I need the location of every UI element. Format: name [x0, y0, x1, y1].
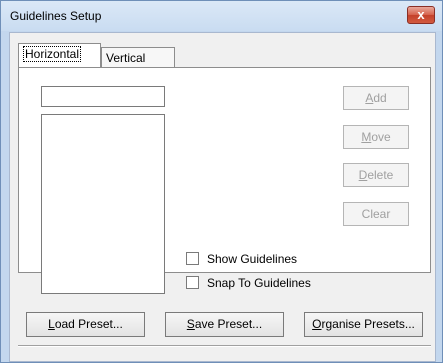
- save-preset-mnemonic: S: [186, 317, 195, 331]
- load-preset-button[interactable]: Load Preset...: [26, 312, 145, 337]
- snap-to-guidelines-checkbox[interactable]: [186, 276, 199, 290]
- close-icon: x: [417, 7, 425, 22]
- dialog-client-area: Horizontal Vertical Add Move Delete Clea…: [9, 32, 436, 362]
- add-button[interactable]: Add: [343, 86, 409, 110]
- tab-vertical[interactable]: Vertical: [101, 47, 175, 67]
- save-preset-button[interactable]: Save Preset...: [165, 312, 284, 337]
- guideline-position-input[interactable]: [41, 86, 165, 107]
- delete-button[interactable]: Delete: [343, 163, 409, 187]
- delete-button-label: elete: [367, 168, 394, 182]
- tab-vertical-label: Vertical: [106, 51, 146, 65]
- guideline-list[interactable]: [41, 114, 165, 294]
- tab-horizontal-label: Horizontal: [23, 46, 82, 62]
- show-guidelines-checkbox[interactable]: [186, 252, 199, 266]
- bottom-separator: [18, 345, 431, 347]
- move-button-mnemonic: M: [361, 130, 372, 144]
- organise-presets-button[interactable]: Organise Presets...: [304, 312, 423, 337]
- clear-button[interactable]: Clear: [343, 202, 409, 226]
- show-guidelines-label: Show Guidelines: [207, 252, 298, 266]
- save-preset-label: ave Preset...: [194, 317, 263, 331]
- window-title: Guidelines Setup: [10, 9, 102, 23]
- close-button[interactable]: x: [407, 6, 435, 24]
- snap-to-guidelines-option[interactable]: Snap To Guidelines: [186, 276, 311, 292]
- move-button-label: ove: [371, 130, 391, 144]
- tab-panel-horizontal: Add Move Delete Clear Show Guidelines Sn…: [18, 67, 431, 294]
- load-preset-mnemonic: L: [48, 317, 55, 331]
- snap-to-guidelines-label: Snap To Guidelines: [207, 276, 311, 290]
- guidelines-setup-dialog: Guidelines Setup x Horizontal Vertical A…: [0, 0, 443, 363]
- load-preset-label: oad Preset...: [54, 317, 123, 331]
- add-button-label: dd: [373, 91, 387, 105]
- tab-horizontal[interactable]: Horizontal: [18, 43, 101, 67]
- clear-button-label: Clear: [361, 207, 391, 221]
- show-guidelines-option[interactable]: Show Guidelines: [186, 252, 297, 268]
- move-button[interactable]: Move: [343, 125, 409, 149]
- delete-button-mnemonic: D: [358, 168, 368, 182]
- organise-presets-label: rganise Presets...: [321, 317, 415, 331]
- title-bar[interactable]: Guidelines Setup x: [1, 1, 442, 31]
